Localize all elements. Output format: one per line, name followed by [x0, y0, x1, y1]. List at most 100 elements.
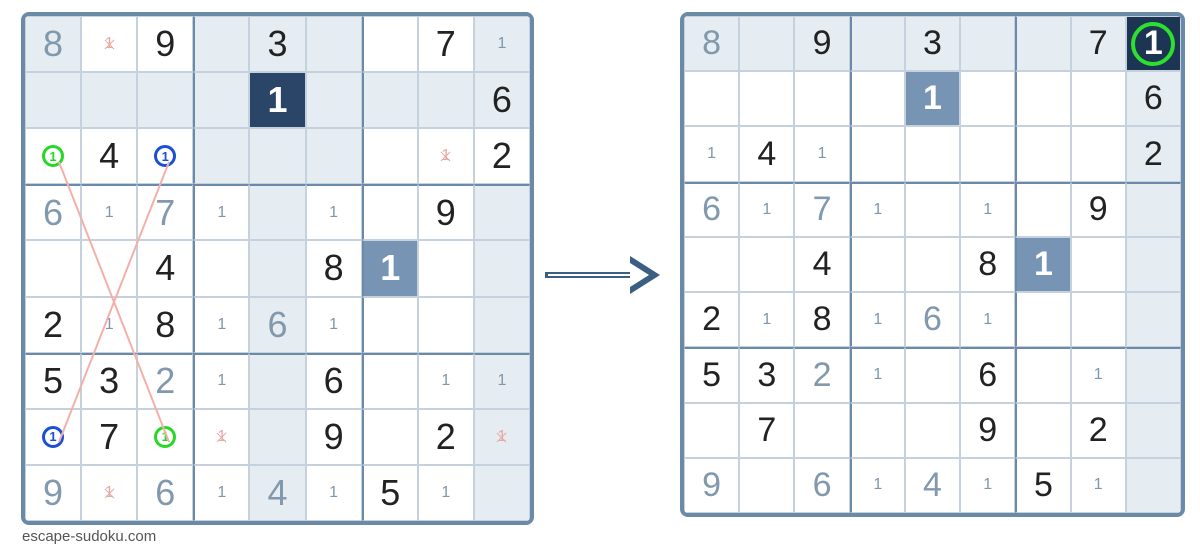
- sudoku-cell: [684, 237, 739, 292]
- sudoku-cell: [306, 128, 362, 184]
- sudoku-cell: 1: [193, 297, 249, 353]
- sudoku-cell: 1: [960, 458, 1015, 513]
- sudoku-cell: 1: [1071, 347, 1126, 402]
- candidate-eliminated: 1: [217, 428, 226, 446]
- sudoku-cell: 4: [81, 128, 137, 184]
- cell-value: 2: [436, 416, 456, 458]
- candidate: 1: [983, 311, 992, 329]
- sudoku-cell: 6: [474, 72, 530, 128]
- sudoku-cell: [1015, 182, 1070, 237]
- candidate: 1: [762, 201, 771, 219]
- sudoku-cell: [1126, 347, 1181, 402]
- sudoku-cell: 3: [739, 347, 794, 402]
- cell-value: 9: [1089, 190, 1108, 229]
- sudoku-cell: 1: [193, 409, 249, 465]
- sudoku-cell: [249, 240, 305, 296]
- sudoku-cell: 2: [418, 409, 474, 465]
- candidate: 1: [873, 476, 882, 494]
- candidate: 1: [873, 201, 882, 219]
- sudoku-cell: 2: [684, 292, 739, 347]
- cell-value: 5: [1034, 466, 1053, 505]
- sudoku-cell: 6: [25, 184, 81, 240]
- sudoku-cell: [794, 71, 849, 126]
- cell-value: 8: [155, 304, 175, 346]
- sudoku-cell: [1126, 237, 1181, 292]
- sudoku-cell: 3: [249, 16, 305, 72]
- sudoku-cell: 1: [193, 465, 249, 521]
- cell-value: 1: [380, 247, 400, 289]
- candidate: 1: [217, 316, 226, 334]
- cell-value: 2: [702, 300, 721, 339]
- green-circle-icon: 1: [42, 145, 64, 167]
- cell-value: 7: [155, 192, 175, 234]
- sudoku-cell: 1: [905, 71, 960, 126]
- sudoku-cell: 1: [794, 126, 849, 181]
- sudoku-cell: [1071, 71, 1126, 126]
- sudoku-cell: 6: [794, 458, 849, 513]
- sudoku-cell: [850, 71, 905, 126]
- sudoku-cell: [960, 71, 1015, 126]
- sudoku-cell: 2: [1126, 126, 1181, 181]
- sudoku-cell: 1: [81, 16, 137, 72]
- cell-value: 2: [492, 135, 512, 177]
- sudoku-cell: 8: [794, 292, 849, 347]
- sudoku-cell: 3: [81, 353, 137, 409]
- cell-value: 6: [978, 356, 997, 395]
- sudoku-cell: 1: [362, 240, 418, 296]
- sudoku-cell: [25, 72, 81, 128]
- sudoku-cell: 1: [193, 184, 249, 240]
- sudoku-cell: 4: [905, 458, 960, 513]
- sudoku-cell: 6: [905, 292, 960, 347]
- sudoku-cell: [362, 16, 418, 72]
- cell-value: 8: [43, 23, 63, 65]
- cell-value: 6: [492, 79, 512, 121]
- sudoku-cell: [850, 16, 905, 71]
- sudoku-cell: [249, 353, 305, 409]
- sudoku-cell: 8: [137, 297, 193, 353]
- sudoku-cell: 7: [137, 184, 193, 240]
- sudoku-cell: [474, 240, 530, 296]
- sudoku-cell: [362, 184, 418, 240]
- sudoku-cell: 6: [960, 347, 1015, 402]
- sudoku-cell: 1: [137, 128, 193, 184]
- sudoku-cell: [850, 403, 905, 458]
- sudoku-cell: 6: [249, 297, 305, 353]
- sudoku-cell: 7: [81, 409, 137, 465]
- candidate: 1: [818, 145, 827, 163]
- candidate: 1: [497, 372, 506, 390]
- sudoku-cell: 1: [739, 182, 794, 237]
- cell-value: 3: [923, 24, 942, 63]
- sudoku-cell: [81, 240, 137, 296]
- candidate: 1: [873, 366, 882, 384]
- candidate: 1: [329, 484, 338, 502]
- sudoku-cell: [137, 72, 193, 128]
- sudoku-cell: 1: [474, 409, 530, 465]
- sudoku-cell: [362, 297, 418, 353]
- cell-value: 3: [99, 360, 119, 402]
- sudoku-cell: 5: [1015, 458, 1070, 513]
- cell-value: 4: [923, 466, 942, 505]
- cell-value: 6: [155, 472, 175, 514]
- sudoku-cell: [362, 128, 418, 184]
- sudoku-cell: [193, 128, 249, 184]
- sudoku-cell: 6: [684, 182, 739, 237]
- sudoku-cell: [1126, 292, 1181, 347]
- cell-value: 5: [702, 356, 721, 395]
- sudoku-cell: [418, 297, 474, 353]
- sudoku-cell: 9: [418, 184, 474, 240]
- sudoku-cell: [25, 240, 81, 296]
- sudoku-cell: 2: [137, 353, 193, 409]
- candidate-eliminated: 1: [441, 147, 450, 165]
- cell-value: 6: [1144, 79, 1163, 118]
- candidate: 1: [707, 145, 716, 163]
- sudoku-cell: [362, 353, 418, 409]
- sudoku-cell: [1126, 458, 1181, 513]
- cell-value: 2: [155, 360, 175, 402]
- sudoku-cell: 5: [684, 347, 739, 402]
- cell-value: 8: [978, 245, 997, 284]
- cell-value: 7: [436, 23, 456, 65]
- cell-value: 7: [813, 190, 832, 229]
- sudoku-cell: [905, 182, 960, 237]
- cell-value: 5: [43, 360, 63, 402]
- sudoku-cell: [960, 126, 1015, 181]
